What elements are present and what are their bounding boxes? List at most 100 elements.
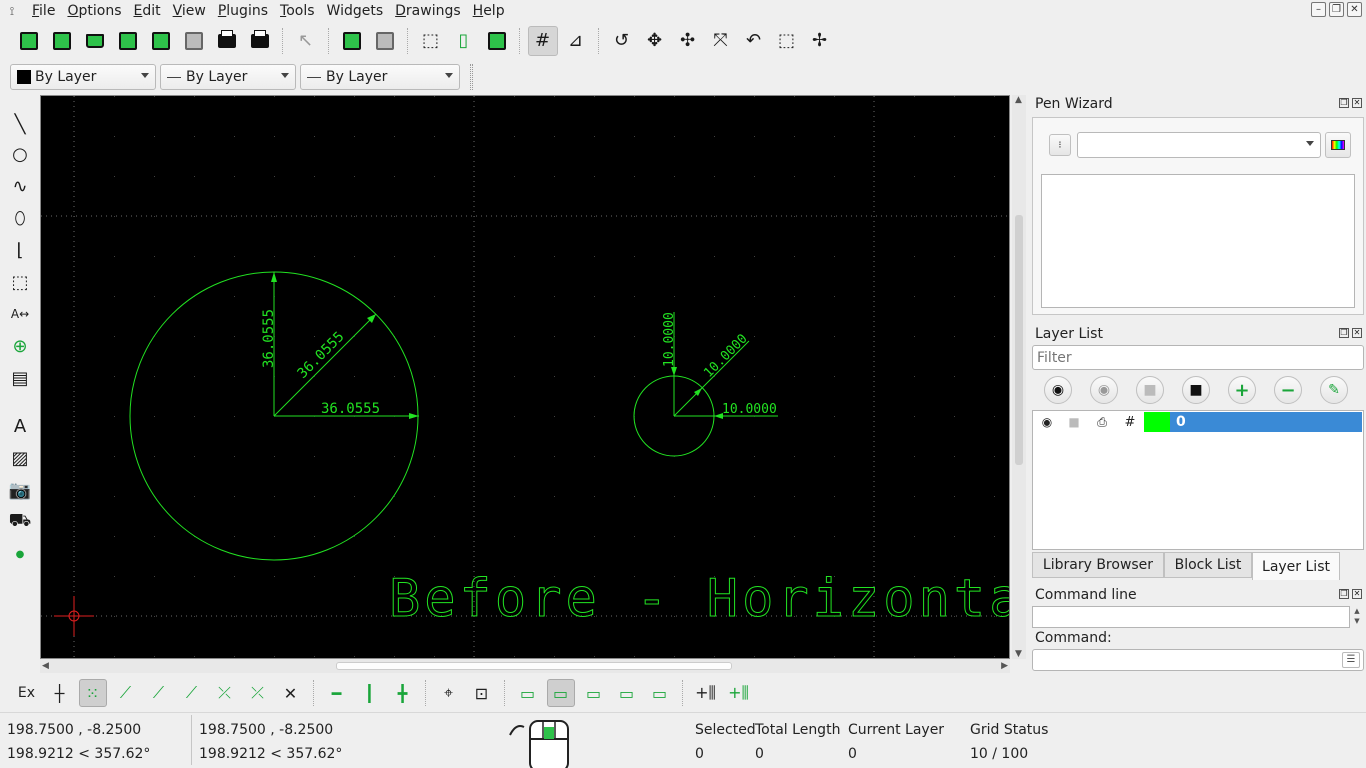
point-tool-button[interactable]: ● [6,541,34,567]
relative-zero-button[interactable]: ⌖ [435,679,463,707]
save-all-button[interactable] [179,26,209,56]
restore-icon[interactable]: ❐ [1329,2,1344,17]
text-tool-button[interactable]: A [6,413,34,439]
undo-button[interactable] [337,26,367,56]
restrict-vertical-button[interactable]: ┃ [356,679,384,707]
close-icon[interactable]: ✕ [1352,589,1362,599]
view-mode-4-button[interactable]: ▭ [613,679,641,707]
scroll-down-icon[interactable]: ▼ [1015,649,1022,659]
scroll-right-icon[interactable]: ▶ [1001,661,1008,671]
view-mode-2-button[interactable]: ▭ [546,679,575,707]
zoom-previous-button[interactable]: ↶ [739,26,769,56]
zoom-pan-button[interactable]: ✢ [805,26,835,56]
print-button[interactable] [212,26,242,56]
polyline-tool-button[interactable]: ⌊ [6,237,34,263]
menu-widgets[interactable]: Widgets [321,0,390,22]
snap-endpoint-button[interactable]: ⟋ [112,679,140,707]
menu-view[interactable]: View [167,0,212,22]
float-icon[interactable]: ❐ [1339,328,1349,338]
new-from-template-button[interactable] [47,26,77,56]
layer-lock-icon[interactable]: ■ [1060,415,1088,429]
restrict-horizontal-button[interactable]: ━ [323,679,351,707]
pen-palette-combobox[interactable] [1077,132,1321,158]
layer-visible-icon[interactable]: ◉ [1034,415,1060,429]
restrict-orthogonal-button[interactable]: ╋ [389,679,417,707]
print-preview-button[interactable] [245,26,275,56]
hatch-tool-button[interactable]: ▨ [6,445,34,471]
layer-name[interactable]: 0 [1170,412,1362,432]
menu-plugins[interactable]: Plugins [212,0,274,22]
measure-tool-button[interactable]: ▤ [6,365,34,391]
tab-library-browser[interactable]: Library Browser [1032,552,1164,578]
close-icon[interactable]: ✕ [1347,2,1362,17]
snap-intersection-button[interactable]: ✕ [277,679,305,707]
view-mode-3-button[interactable]: ▭ [580,679,608,707]
ellipse-tool-button[interactable]: ⬯ [6,205,34,231]
edit-layer-button[interactable]: ✎ [1320,376,1348,404]
close-icon[interactable]: ✕ [1352,328,1362,338]
menu-help[interactable]: Help [467,0,511,22]
block-tool-button[interactable]: ⛟ [6,509,34,535]
view-mode-5-button[interactable]: ▭ [646,679,674,707]
lock-all-layers-button[interactable]: ■ [1182,376,1210,404]
menu-file[interactable]: File [26,0,61,22]
lock-relative-zero-button[interactable]: ⊡ [468,679,496,707]
horizontal-scroll-thumb[interactable] [336,662,732,670]
line-type-combobox[interactable]: By Layer [300,64,460,90]
color-picker-button[interactable] [1325,132,1351,158]
snap-middle-button[interactable]: ⤫ [211,679,239,707]
vertical-scroll-thumb[interactable] [1015,215,1023,465]
select-tool-button[interactable]: ⬚ [6,269,34,295]
new-file-button[interactable] [14,26,44,56]
scroll-left-icon[interactable]: ◀ [42,661,49,671]
float-icon[interactable]: ❐ [1339,589,1349,599]
layer-color-swatch[interactable] [1144,412,1170,432]
exclusive-snap-button[interactable]: Ex [13,679,41,707]
open-button[interactable] [80,26,110,56]
zoom-out-button[interactable]: ✣ [673,26,703,56]
redo-button[interactable] [370,26,400,56]
paste-button[interactable] [482,26,512,56]
minimize-icon[interactable]: – [1311,2,1326,17]
layer-construction-icon[interactable]: # [1116,415,1144,430]
vertical-scrollbar[interactable]: ▲ ▼ [1012,95,1026,659]
save-as-button[interactable] [146,26,176,56]
line-tool-button[interactable]: ╲ [6,111,34,137]
snap-distance-button[interactable]: ⤫ [244,679,272,707]
pen-list[interactable] [1041,174,1355,308]
zoom-auto-button[interactable]: ⤧ [706,26,736,56]
command-input[interactable]: ☰ [1032,649,1364,671]
snap-free-button[interactable]: ┼ [46,679,74,707]
save-button[interactable] [113,26,143,56]
select-pointer-button[interactable]: ↖ [291,26,321,56]
layer-row[interactable]: ◉ ■ ⎙ # 0 [1034,412,1362,432]
horizontal-scrollbar[interactable]: ◀ ▶ [40,659,1010,673]
cut-button[interactable]: ⬚ [416,26,446,56]
layer-filter-input[interactable] [1032,345,1364,370]
curve-tool-button[interactable]: ∿ [6,173,34,199]
circle-tool-button[interactable]: ○ [6,141,34,167]
redraw-button[interactable]: ↺ [607,26,637,56]
unlock-all-layers-button[interactable]: ■ [1136,376,1164,404]
menu-options[interactable]: Options [61,0,127,22]
remove-layer-button[interactable]: − [1274,376,1302,404]
toggle-grid-button[interactable]: # [527,26,558,56]
add-toolbar-button[interactable]: +⫼ [692,679,720,707]
dimension-tool-button[interactable]: A↔ [6,301,34,327]
snap-grid-button[interactable]: ⁙ [78,679,107,707]
tab-layer-list[interactable]: Layer List [1252,552,1340,580]
snap-on-entity-button[interactable]: ⟋ [145,679,173,707]
draft-mode-button[interactable]: ⊿ [561,26,591,56]
scroll-up-icon[interactable]: ▲ [1015,95,1022,105]
line-width-combobox[interactable]: By Layer [160,64,296,90]
snap-center-button[interactable]: ⟋ [178,679,206,707]
view-mode-1-button[interactable]: ▭ [514,679,542,707]
close-icon[interactable]: ✕ [1352,98,1362,108]
toolbar-handle[interactable] [470,64,473,90]
copy-button[interactable]: ▯ [449,26,479,56]
float-icon[interactable]: ❐ [1339,98,1349,108]
add-toolbar-2-button[interactable]: +⫼ [725,679,753,707]
image-tool-button[interactable]: 📷 [6,477,34,503]
menu-edit[interactable]: Edit [127,0,166,22]
pen-wizard-menu-button[interactable]: ⁝ [1049,134,1071,156]
